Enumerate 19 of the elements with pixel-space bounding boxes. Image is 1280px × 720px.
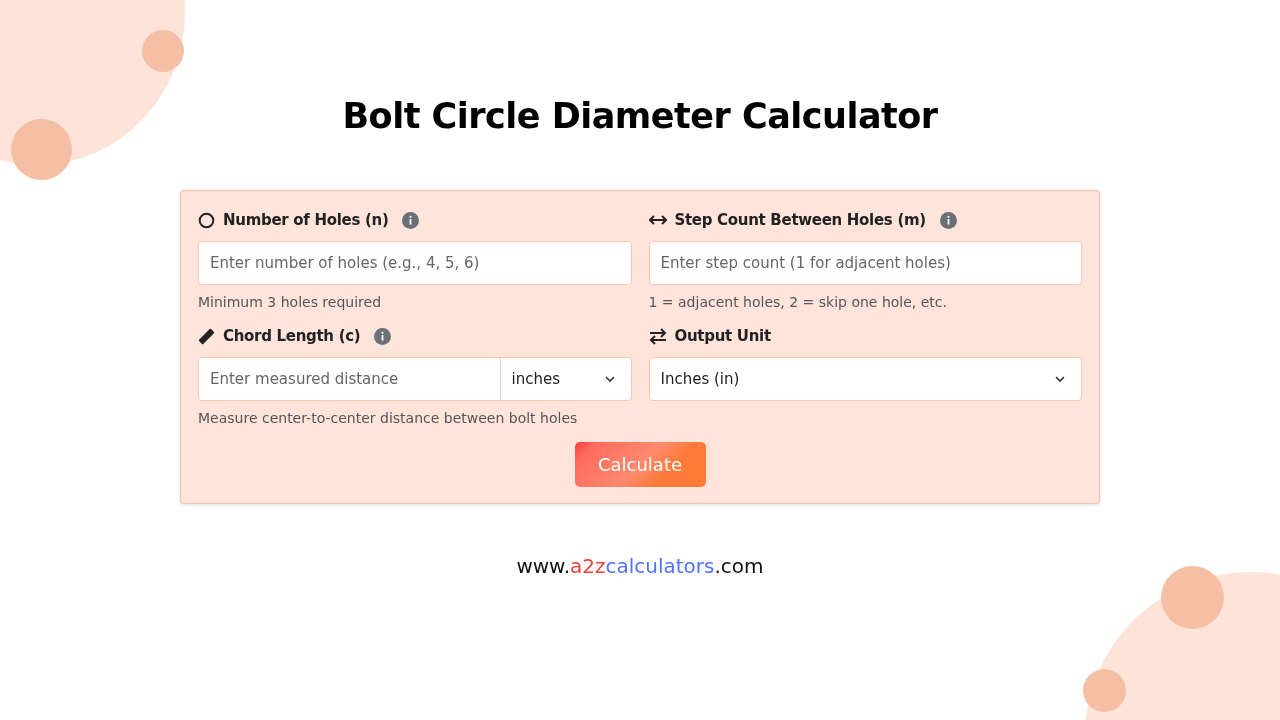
field-label: Number of Holes (n) [223,211,389,229]
field-label: Output Unit [674,327,771,345]
input-field[interactable]: Enter number of holes (e.g., 4, 5, 6) [198,241,632,285]
swap-arrows-icon [648,327,667,345]
website-url: www.a2zcalculators.com [516,554,764,578]
input-field[interactable]: Enter measured distance inches [198,357,632,401]
input-field[interactable]: Enter step count (1 for adjacent holes) [648,241,1082,285]
info-icon[interactable] [939,211,957,229]
circle-icon [198,211,215,229]
unit-dropdown[interactable]: Inches (in) [648,357,1082,401]
field-hint: Measure center-to-center distance between bolt holes [198,410,579,426]
info-icon[interactable] [402,211,420,229]
field-hint: 1 = adjacent holes, 2 = skip one hole, etc. [648,294,948,310]
field-label: Chord Length (c) [223,327,361,345]
page-title: Bolt Circle Diameter Calculator [342,96,938,136]
info-icon[interactable] [374,327,392,345]
field-label: Step Count Between Holes (m) [674,211,926,229]
double-arrow-icon [648,215,667,225]
field-hint: Minimum 3 holes required [198,294,383,310]
